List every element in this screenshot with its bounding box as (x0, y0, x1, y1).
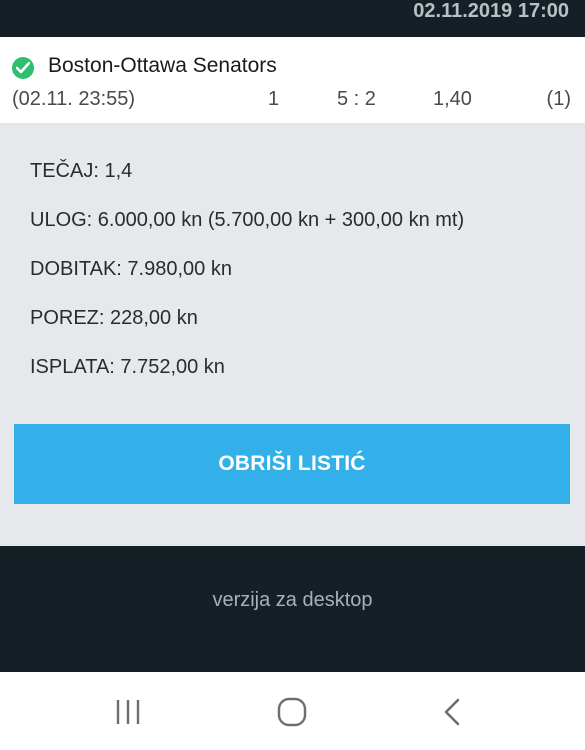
bet-count: (1) (546, 88, 571, 110)
home-icon[interactable] (272, 696, 312, 728)
summary-ulog: ULOG: 6.000,00 kn (5.700,00 kn + 300,00 … (30, 209, 465, 231)
match-datetime: (02.11. 23:55) (12, 88, 136, 110)
summary-tecaj: TEČAJ: 1,4 (30, 160, 133, 182)
summary-porez: POREZ: 228,00 kn (30, 307, 198, 329)
bet-odd: 1,40 (433, 88, 472, 110)
summary-isplata: ISPLATA: 7.752,00 kn (30, 356, 225, 378)
status-datetime: 02.11.2019 17:00 (413, 0, 569, 22)
match-score: 5 : 2 (337, 88, 376, 110)
desktop-version-link[interactable]: verzija za desktop (0, 589, 585, 612)
match-title: Boston-Ottawa Senators (48, 54, 277, 77)
recents-icon[interactable] (108, 696, 148, 728)
summary-dobitak: DOBITAK: 7.980,00 kn (30, 258, 232, 280)
status-bar: 02.11.2019 17:00 (0, 0, 585, 37)
delete-ticket-button[interactable]: OBRIŠI LISTIĆ (14, 424, 570, 504)
bet-pick: 1 (268, 88, 280, 110)
back-icon[interactable] (434, 696, 474, 728)
check-circle-icon (12, 57, 34, 79)
